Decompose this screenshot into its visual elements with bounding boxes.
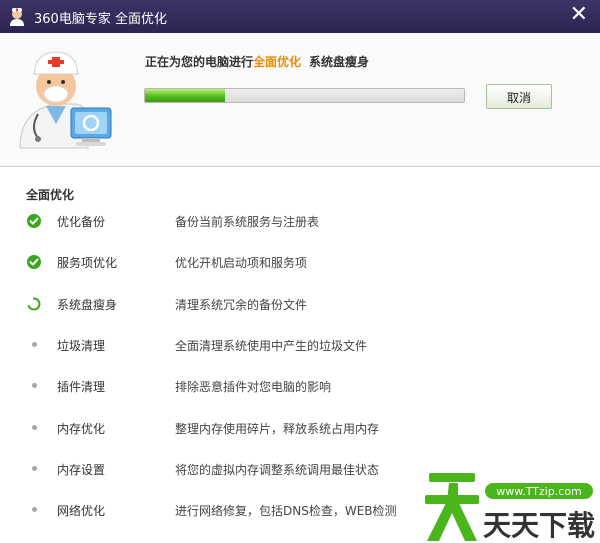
item-name: 系统盘瘦身 — [57, 298, 118, 312]
watermark-url: www.TTzip.com — [496, 485, 582, 498]
item-description: 进行网络修复，包括DNS检查，WEB检测 — [175, 504, 397, 518]
item-name: 服务项优化 — [57, 256, 118, 270]
status-panel: 正在为您的电脑进行全面优化 系统盘瘦身 取消 — [0, 33, 600, 167]
status-highlight: 全面优化 — [253, 55, 302, 69]
pending-dot-icon — [32, 425, 37, 430]
list-item: 内存优化 整理内存使用碎片，释放系统占用内存 — [0, 417, 600, 439]
progress-fill — [145, 89, 225, 102]
section-title: 全面优化 — [26, 188, 75, 202]
item-name: 优化备份 — [57, 215, 106, 229]
app-name: 360电脑专家 — [34, 12, 111, 27]
item-description: 优化开机启动项和服务项 — [175, 256, 308, 270]
item-description: 排除恶意插件对您电脑的影响 — [175, 380, 332, 394]
list-item: 插件清理 排除恶意插件对您电脑的影响 — [0, 375, 600, 397]
watermark-brand: 天天下载 — [483, 509, 595, 542]
status-message: 正在为您的电脑进行全面优化 系统盘瘦身 — [145, 53, 369, 70]
list-item: 优化备份 备份当前系统服务与注册表 — [0, 210, 600, 232]
window-title: 360电脑专家 全面优化 — [34, 8, 167, 27]
item-name: 内存优化 — [57, 422, 106, 436]
app-logo-icon — [10, 8, 24, 26]
item-name: 内存设置 — [57, 463, 106, 477]
window-title-text: 全面优化 — [114, 12, 167, 27]
spinner-icon — [27, 297, 41, 311]
current-task-label: 系统盘瘦身 — [309, 55, 370, 69]
pending-dot-icon — [32, 342, 37, 347]
progress-bar — [144, 88, 465, 103]
doctor-avatar-icon — [19, 51, 112, 149]
item-description: 清理系统冗余的备份文件 — [175, 298, 308, 312]
pending-dot-icon — [32, 507, 37, 512]
list-item: 服务项优化 优化开机启动项和服务项 — [0, 251, 600, 273]
cancel-button[interactable]: 取消 — [486, 84, 552, 109]
close-icon[interactable]: ✕ — [570, 2, 588, 28]
status-prefix: 正在为您的电脑进行 — [145, 55, 254, 69]
item-description: 备份当前系统服务与注册表 — [175, 215, 320, 229]
pending-dot-icon — [32, 466, 37, 471]
item-name: 网络优化 — [57, 504, 106, 518]
item-name: 垃圾清理 — [57, 339, 106, 353]
title-bar: 360电脑专家 全面优化 ✕ — [0, 0, 600, 33]
ttzip-watermark-logo: www.TTzip.com 天天下载 — [425, 473, 595, 542]
check-icon — [27, 214, 41, 228]
check-icon — [27, 255, 41, 269]
list-item: 系统盘瘦身 清理系统冗余的备份文件 — [0, 293, 600, 315]
list-item: 垃圾清理 全面清理系统使用中产生的垃圾文件 — [0, 334, 600, 356]
pending-dot-icon — [32, 383, 37, 388]
item-description: 全面清理系统使用中产生的垃圾文件 — [175, 339, 368, 353]
item-name: 插件清理 — [57, 380, 106, 394]
item-description: 将您的虚拟内存调整系统调用最佳状态 — [175, 463, 380, 477]
item-description: 整理内存使用碎片，释放系统占用内存 — [175, 422, 380, 436]
